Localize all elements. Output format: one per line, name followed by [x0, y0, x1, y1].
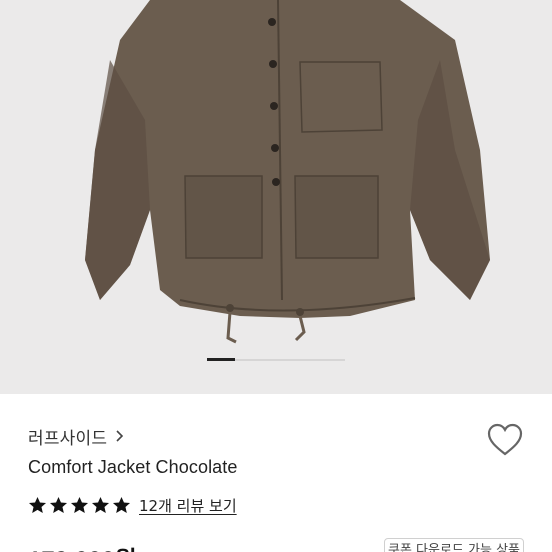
jacket-button	[271, 144, 279, 152]
star-icon	[91, 496, 110, 514]
jacket-button	[270, 102, 278, 110]
star-icon	[49, 496, 68, 514]
chevron-right-icon	[116, 430, 124, 442]
brand-name: 러프사이드	[28, 428, 108, 449]
price: 179,000원	[28, 540, 137, 552]
star-icon	[28, 496, 47, 514]
star-rating	[28, 496, 131, 514]
jacket-photo	[85, 0, 490, 344]
carousel-pager	[0, 358, 552, 362]
review-link[interactable]: 12개 리뷰 보기	[139, 495, 237, 516]
coupon-download-button[interactable]: 쿠폰 다운로드 가능 상품	[384, 538, 524, 552]
star-icon	[112, 496, 131, 514]
product-image-carousel[interactable]	[0, 0, 552, 394]
jacket-button	[268, 18, 276, 26]
rating-row: 12개 리뷰 보기	[28, 494, 237, 516]
brand-link[interactable]: 러프사이드	[28, 424, 125, 449]
jacket-button	[272, 178, 280, 186]
pager-active-indicator	[207, 358, 235, 361]
product-title: Comfort Jacket Chocolate	[28, 457, 238, 477]
star-icon	[70, 496, 89, 514]
heart-outline-icon[interactable]	[486, 422, 524, 458]
jacket-button	[269, 60, 277, 68]
